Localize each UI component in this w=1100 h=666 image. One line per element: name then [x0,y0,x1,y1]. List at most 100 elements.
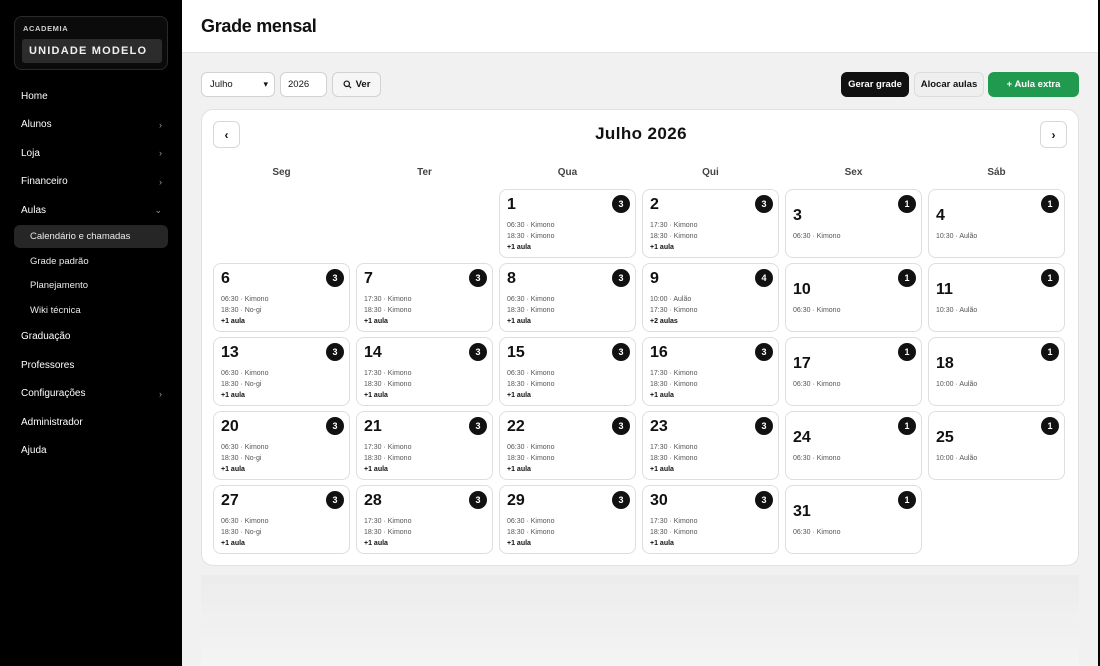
month-select[interactable]: Julho ▾ [201,72,275,97]
weekday-header: Ter [417,167,432,178]
class-list: 10:30 · Aulão [936,305,977,316]
sidebar-item-graduacao[interactable]: Graduação [14,323,168,352]
day-cell[interactable]: 2 3 17:30 · Kimono 18:30 · Kimono +1 aula [642,189,779,258]
class-entry: 10:30 · Aulão [936,307,978,314]
sidebar-item-aulas[interactable]: Aulas ⌄ [14,196,168,225]
more-classes-link[interactable]: +1 aula [364,316,411,327]
day-number: 17 [793,355,811,372]
more-classes-link[interactable]: +1 aula [650,464,697,475]
sidebar-item-financeiro[interactable]: Financeiro › [14,168,168,197]
sidebar-subitem-grade-padrao[interactable]: Grade padrão [14,249,168,274]
day-cell[interactable]: 17 1 06:30 · Kimono [785,337,922,406]
day-cell[interactable]: 25 1 10:00 · Aulão [928,411,1065,480]
class-count-badge: 3 [612,343,630,361]
year-input[interactable]: 2026 [280,72,327,97]
day-cell[interactable]: 14 3 17:30 · Kimono 18:30 · Kimono +1 aula [356,337,493,406]
day-number: 13 [221,344,239,361]
more-classes-link[interactable]: +1 aula [650,242,697,253]
class-list: 17:30 · Kimono 18:30 · Kimono +1 aula [364,294,411,327]
main-content: Grade mensal Julho ▾ 2026 Ver Gerar grad… [182,0,1098,666]
day-cell[interactable]: 23 3 17:30 · Kimono 18:30 · Kimono +1 aula [642,411,779,480]
more-classes-link[interactable]: +1 aula [364,464,411,475]
more-classes-link[interactable]: +1 aula [221,390,268,401]
day-cell[interactable]: 22 3 06:30 · Kimono 18:30 · Kimono +1 aula [499,411,636,480]
day-number: 7 [364,270,373,287]
sidebar-item-label: Aulas [21,204,47,216]
day-cell[interactable]: 4 1 10:30 · Aulão [928,189,1065,258]
day-cell[interactable]: 1 3 06:30 · Kimono 18:30 · Kimono +1 aula [499,189,636,258]
unit-switcher[interactable]: ACADEMIA UNIDADE MODELO [14,16,168,70]
next-month-button[interactable]: › [1040,121,1067,148]
more-classes-link[interactable]: +1 aula [221,316,268,327]
more-classes-link[interactable]: +1 aula [507,390,554,401]
class-list: 17:30 · Kimono 18:30 · Kimono +1 aula [364,516,411,549]
day-cell[interactable]: 30 3 17:30 · Kimono 18:30 · Kimono +1 aula [642,485,779,554]
day-cell[interactable]: 7 3 17:30 · Kimono 18:30 · Kimono +1 aula [356,263,493,332]
more-classes-link[interactable]: +1 aula [364,538,411,549]
class-count-badge: 1 [898,195,916,213]
day-cell[interactable]: 24 1 06:30 · Kimono [785,411,922,480]
class-list: 10:00 · Aulão [936,379,977,390]
class-list: 10:00 · Aulão 17:30 · Kimono +2 aulas [650,294,697,327]
day-cell[interactable]: 16 3 17:30 · Kimono 18:30 · Kimono +1 aula [642,337,779,406]
more-classes-link[interactable]: +1 aula [507,242,554,253]
add-extra-class-button[interactable]: + Aula extra [988,72,1079,97]
more-classes-link[interactable]: +1 aula [650,538,697,549]
sidebar-item-label: Loja [21,147,40,159]
sidebar-subitem-planejamento[interactable]: Planejamento [14,274,168,299]
day-cell[interactable]: 11 1 10:30 · Aulão [928,263,1065,332]
more-classes-link[interactable]: +1 aula [221,464,268,475]
more-classes-link[interactable]: +1 aula [364,390,411,401]
class-list: 10:00 · Aulão [936,453,977,464]
sidebar-item-alunos[interactable]: Alunos › [14,111,168,140]
generate-grid-button[interactable]: Gerar grade [841,72,909,97]
view-button-label: Ver [355,79,371,90]
more-classes-link[interactable]: +2 aulas [650,316,697,327]
sidebar-item-configuracoes[interactable]: Configurações › [14,380,168,409]
sidebar-subitem-wiki-tecnica[interactable]: Wiki técnica [14,298,168,323]
sidebar-item-loja[interactable]: Loja › [14,139,168,168]
sidebar-item-administrador[interactable]: Administrador [14,408,168,437]
sidebar-item-professores[interactable]: Professores [14,351,168,380]
day-number: 18 [936,355,954,372]
class-entry: 10:00 · Aulão [650,296,692,303]
more-classes-link[interactable]: +1 aula [507,316,554,327]
day-number: 14 [364,344,382,361]
day-cell[interactable]: 13 3 06:30 · Kimono 18:30 · No-gi +1 aula [213,337,350,406]
day-cell[interactable]: 15 3 06:30 · Kimono 18:30 · Kimono +1 aula [499,337,636,406]
class-entry: 18:30 · Kimono [650,455,698,462]
chevron-right-icon: › [159,119,162,130]
day-cell[interactable]: 28 3 17:30 · Kimono 18:30 · Kimono +1 aula [356,485,493,554]
day-cell[interactable]: 8 3 06:30 · Kimono 18:30 · Kimono +1 aula [499,263,636,332]
allocate-classes-button[interactable]: Alocar aulas [914,72,984,97]
day-cell[interactable]: 18 1 10:00 · Aulão [928,337,1065,406]
day-cell[interactable]: 9 4 10:00 · Aulão 17:30 · Kimono +2 aulas [642,263,779,332]
view-button[interactable]: Ver [332,72,381,97]
chevron-right-icon: › [159,388,162,399]
day-cell[interactable]: 3 1 06:30 · Kimono [785,189,922,258]
day-cell[interactable]: 31 1 06:30 · Kimono [785,485,922,554]
day-cell[interactable]: 27 3 06:30 · Kimono 18:30 · No-gi +1 aula [213,485,350,554]
day-cell[interactable]: 29 3 06:30 · Kimono 18:30 · Kimono +1 aula [499,485,636,554]
sidebar-item-label: Professores [21,359,75,371]
sidebar-item-home[interactable]: Home [14,82,168,111]
class-list: 17:30 · Kimono 18:30 · Kimono +1 aula [650,442,697,475]
sidebar-subitem-calendario-e-chamadas[interactable]: Calendário e chamadas [14,224,168,248]
day-cell[interactable]: 6 3 06:30 · Kimono 18:30 · No-gi +1 aula [213,263,350,332]
sidebar-item-ajuda[interactable]: Ajuda [14,437,168,466]
day-number: 29 [507,492,525,509]
day-cell[interactable]: 21 3 17:30 · Kimono 18:30 · Kimono +1 aula [356,411,493,480]
class-entry: 06:30 · Kimono [507,222,555,229]
more-classes-link[interactable]: +1 aula [507,464,554,475]
class-entry: 18:30 · Kimono [507,307,555,314]
brand-kicker: ACADEMIA [23,24,69,33]
class-entry: 18:30 · No-gi [221,529,262,536]
class-count-badge: 1 [898,491,916,509]
day-cell[interactable]: 20 3 06:30 · Kimono 18:30 · No-gi +1 aula [213,411,350,480]
more-classes-link[interactable]: +1 aula [507,538,554,549]
class-entry: 10:30 · Aulão [936,233,978,240]
unit-name[interactable]: UNIDADE MODELO [22,39,162,63]
more-classes-link[interactable]: +1 aula [221,538,268,549]
more-classes-link[interactable]: +1 aula [650,390,697,401]
day-cell[interactable]: 10 1 06:30 · Kimono [785,263,922,332]
